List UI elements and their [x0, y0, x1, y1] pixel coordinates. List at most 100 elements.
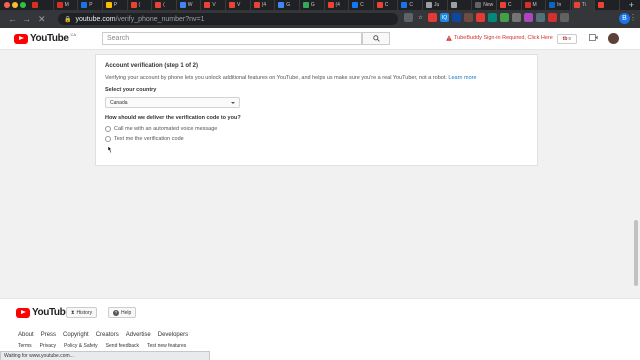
- search-button[interactable]: [362, 32, 390, 45]
- browser-tab[interactable]: (4: [326, 0, 350, 10]
- warning-icon: [446, 35, 452, 41]
- extension-icon[interactable]: [404, 13, 413, 22]
- footer-secondary-link[interactable]: Privacy: [40, 343, 56, 349]
- new-tab-button[interactable]: +: [629, 0, 634, 10]
- help-button[interactable]: ? Help: [108, 307, 137, 318]
- lock-icon[interactable]: 🔒: [64, 16, 71, 23]
- extension-icon[interactable]: [560, 13, 569, 22]
- browser-tab[interactable]: M: [523, 0, 547, 10]
- extension-icon[interactable]: [488, 13, 497, 22]
- extension-icon[interactable]: [524, 13, 533, 22]
- extension-icon[interactable]: [512, 13, 521, 22]
- country-select[interactable]: Canada: [105, 97, 240, 108]
- browser-tab[interactable]: (: [129, 0, 153, 10]
- history-button[interactable]: ⧗ History: [66, 307, 98, 318]
- search-input[interactable]: Search: [102, 32, 362, 45]
- forward-icon[interactable]: →: [22, 13, 31, 25]
- back-icon[interactable]: ←: [8, 13, 17, 25]
- tab-favicon-icon: [204, 2, 211, 8]
- account-avatar[interactable]: [608, 33, 619, 44]
- extension-icon[interactable]: [500, 13, 509, 22]
- extension-icon[interactable]: [428, 13, 437, 22]
- footer-secondary-link[interactable]: Test new features: [147, 343, 186, 349]
- upload-video-icon[interactable]: [588, 34, 598, 44]
- footer-link[interactable]: Copyright: [63, 332, 89, 338]
- youtube-logo[interactable]: YouTube CA: [14, 32, 76, 44]
- browser-toolbar: ← → ✕ 🔒 youtube.com/verify_phone_number?…: [0, 10, 640, 28]
- radio-option-text[interactable]: Text me the verification code: [105, 136, 528, 142]
- page-scrollbar[interactable]: [634, 220, 638, 286]
- footer-secondary-link[interactable]: Send feedback: [106, 343, 139, 349]
- tab-label: In: [557, 2, 562, 8]
- radio-button-voice[interactable]: [105, 126, 111, 132]
- footer-secondary-links: Terms Privacy Policy & Safety Send feedback…: [18, 343, 186, 349]
- browser-tab[interactable]: New: [473, 0, 497, 10]
- hourglass-icon: ⧗: [71, 309, 75, 316]
- footer-youtube-logo[interactable]: YouTube: [16, 307, 71, 318]
- footer-secondary-link[interactable]: Terms: [18, 343, 32, 349]
- browser-tab[interactable]: [449, 0, 473, 10]
- url-path: /verify_phone_number?nv=1: [115, 15, 205, 23]
- maximize-window-button[interactable]: [20, 2, 26, 8]
- browser-tab[interactable]: [596, 0, 620, 10]
- extension-icon[interactable]: [464, 13, 473, 22]
- close-window-button[interactable]: [4, 2, 10, 8]
- browser-tab[interactable]: In: [547, 0, 571, 10]
- extension-icon[interactable]: [452, 13, 461, 22]
- browser-tab[interactable]: [30, 0, 54, 10]
- browser-tab[interactable]: Ti: [571, 0, 596, 10]
- browser-tab[interactable]: W: [178, 0, 202, 10]
- extension-icon[interactable]: [548, 13, 557, 22]
- verification-title: Account verification (step 1 of 2): [105, 63, 199, 69]
- radio-option-voice[interactable]: Call me with an automated voice message: [105, 126, 528, 132]
- tab-favicon-icon: [179, 2, 186, 8]
- extension-icon[interactable]: IQ: [440, 13, 449, 22]
- browser-tab[interactable]: V: [202, 0, 226, 10]
- extension-icon[interactable]: ☆: [416, 13, 425, 22]
- help-button-label: Help: [121, 309, 132, 316]
- address-bar[interactable]: 🔒 youtube.com/verify_phone_number?nv=1: [58, 13, 398, 25]
- minimize-window-button[interactable]: [12, 2, 18, 8]
- footer-link[interactable]: About: [18, 332, 34, 338]
- footer-link[interactable]: Developers: [158, 332, 188, 338]
- tab-label: M: [532, 2, 537, 8]
- tab-favicon-icon: [105, 2, 112, 8]
- radio-label-text: Text me the verification code: [114, 136, 184, 142]
- browser-tab[interactable]: P: [79, 0, 103, 10]
- tab-label: (: [138, 2, 141, 8]
- footer-link[interactable]: Creators: [96, 332, 119, 338]
- tab-label: C: [360, 2, 364, 8]
- browser-tab[interactable]: (: [153, 0, 177, 10]
- extension-icon[interactable]: [536, 13, 545, 22]
- footer-link[interactable]: Advertise: [126, 332, 151, 338]
- help-icon: ?: [113, 309, 119, 316]
- browser-tab[interactable]: C: [399, 0, 423, 10]
- browser-tab[interactable]: M: [55, 0, 79, 10]
- browser-tab[interactable]: V: [227, 0, 251, 10]
- tab-label: P: [89, 2, 93, 8]
- browser-menu-icon[interactable]: ⋮: [629, 14, 637, 22]
- browser-tab[interactable]: P: [104, 0, 128, 10]
- browser-tab[interactable]: C: [498, 0, 522, 10]
- close-loading-icon[interactable]: ✕: [38, 13, 46, 25]
- learn-more-link[interactable]: Learn more: [448, 75, 476, 81]
- footer-logo-text: YouTube: [32, 307, 71, 318]
- browser-tab[interactable]: C: [375, 0, 399, 10]
- browser-tab[interactable]: (4: [252, 0, 276, 10]
- tubebuddy-menu-button[interactable]: tb ≡: [557, 34, 577, 44]
- tubebuddy-signin-link[interactable]: TubeBuddy Sign-in Required, Click Here: [446, 35, 553, 41]
- tab-label: G: [310, 2, 315, 8]
- browser-tab[interactable]: G: [301, 0, 325, 10]
- extension-icon[interactable]: [476, 13, 485, 22]
- tab-favicon-icon: [450, 2, 457, 8]
- country-label: Select your country: [105, 87, 157, 93]
- browser-tab[interactable]: Ju: [424, 0, 448, 10]
- browser-tab[interactable]: C: [350, 0, 374, 10]
- radio-button-text[interactable]: [105, 136, 111, 142]
- tab-label: C: [409, 2, 413, 8]
- browser-tab[interactable]: G: [276, 0, 300, 10]
- history-button-label: History: [76, 309, 93, 316]
- footer-link[interactable]: Press: [41, 332, 56, 338]
- footer-secondary-link[interactable]: Policy & Safety: [64, 343, 98, 349]
- tab-favicon-icon: [426, 2, 432, 8]
